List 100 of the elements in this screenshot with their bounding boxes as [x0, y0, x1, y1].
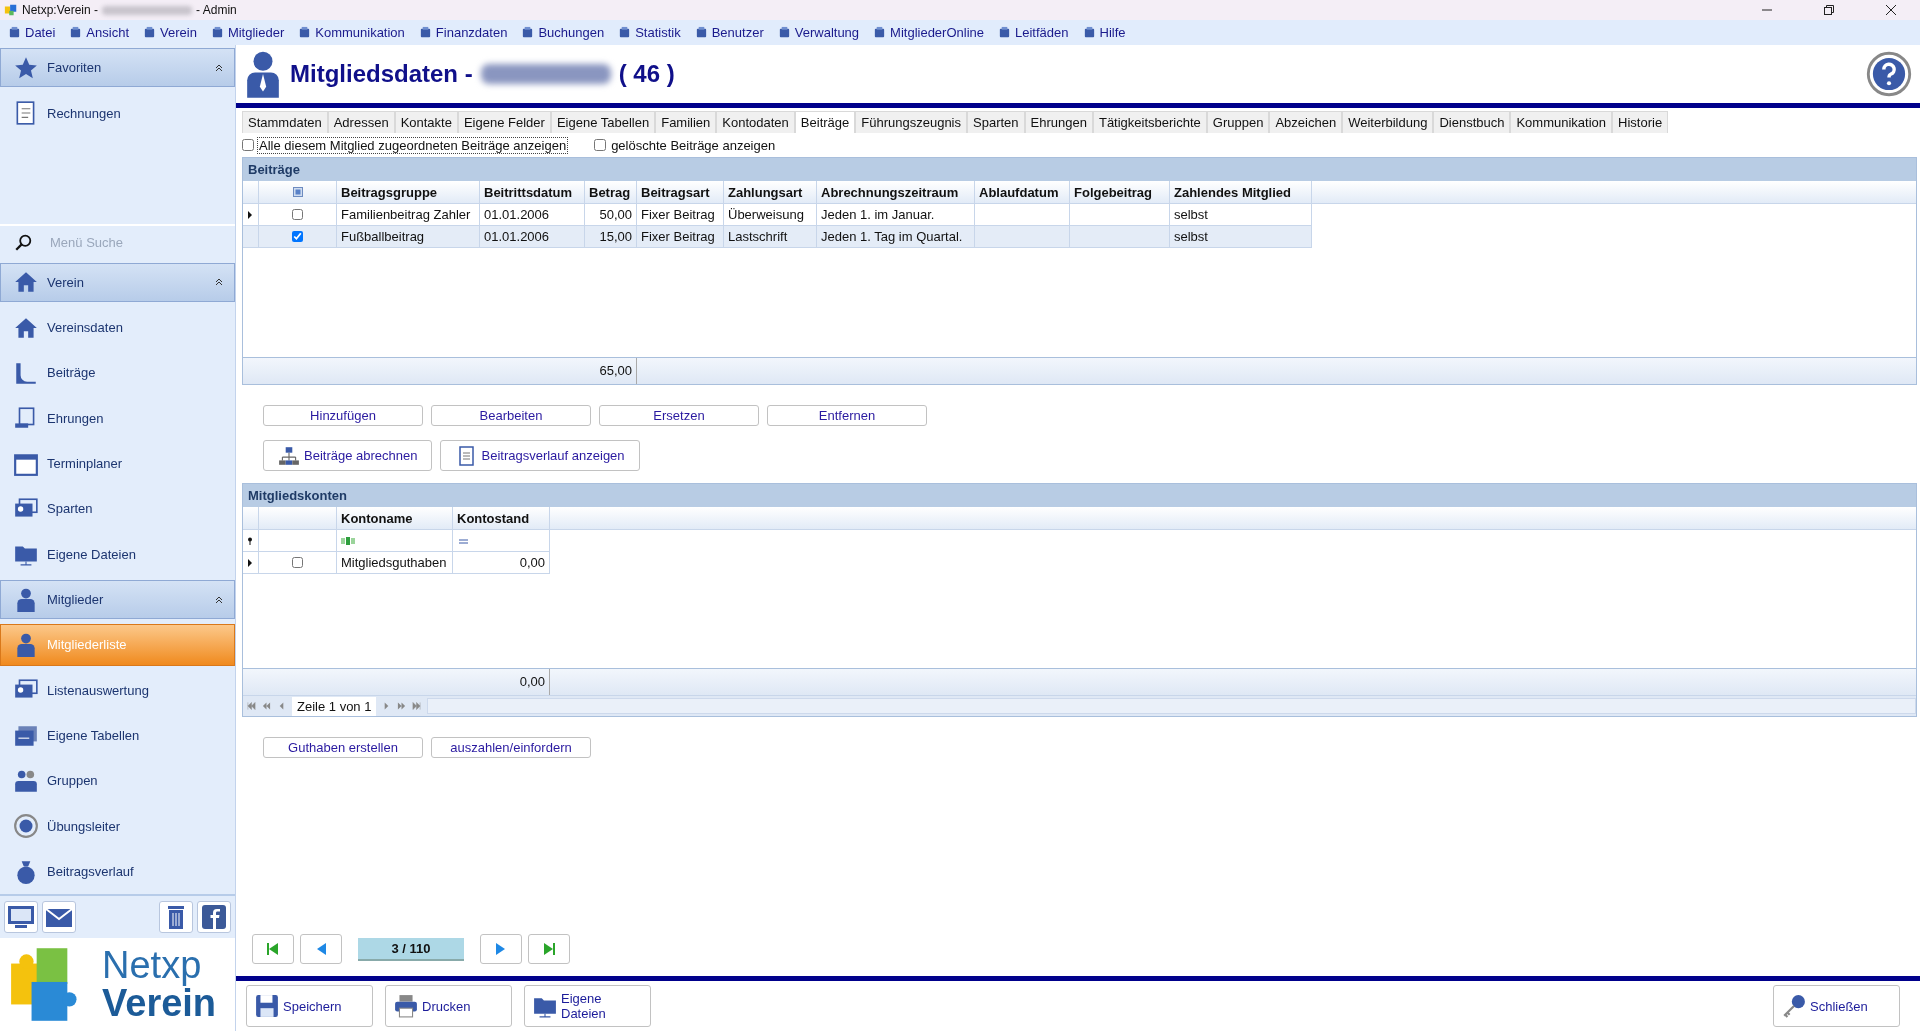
monitor-icon[interactable] — [4, 900, 38, 933]
column-header[interactable]: Ablaufdatum — [975, 181, 1070, 204]
sidebar-item[interactable]: Übungsleiter — [0, 805, 235, 847]
menu-item[interactable]: Finanzdaten — [418, 25, 508, 40]
menu-item[interactable]: Statistik — [618, 25, 681, 40]
last-page-icon[interactable] — [412, 702, 422, 710]
tab[interactable]: Gruppen — [1206, 111, 1270, 133]
last-record-button[interactable] — [528, 934, 570, 964]
menu-item[interactable]: Hilfe — [1082, 25, 1126, 40]
table-row[interactable]: Fußballbeitrag 01.01.2006 15,00 Fixer Beitrag Lastschrift Jeden 1. Tag im Quartal. selbst — [243, 226, 1916, 248]
sidebar-group-header[interactable]: Mitglieder — [0, 579, 235, 620]
footer-button[interactable]: Speichern — [246, 985, 373, 1027]
previous-record-button[interactable] — [300, 934, 342, 964]
sidebar-group-header[interactable]: Favoriten — [0, 48, 235, 88]
checkbox[interactable] — [242, 139, 254, 151]
trash-icon[interactable] — [159, 900, 193, 933]
checkbox-label[interactable]: Alle diesem Mitglied zugeordneten Beiträge anzeigen — [257, 136, 569, 154]
tab[interactable]: Abzeichen — [1269, 111, 1343, 133]
action-button[interactable]: auszahlen/einfordern — [431, 737, 591, 758]
facebook-icon[interactable] — [197, 900, 231, 933]
menu-item[interactable]: Ansicht — [69, 25, 129, 40]
menu-item[interactable]: Kommunikation — [298, 25, 405, 40]
tab[interactable]: Kontodaten — [716, 111, 795, 133]
row-indicator-cell[interactable] — [243, 552, 259, 574]
action-button[interactable]: Guthaben erstellen — [263, 737, 423, 758]
table-row[interactable]: Mitgliedsguthaben 0,00 — [243, 552, 1916, 574]
column-header[interactable]: Beitragsgruppe — [337, 181, 480, 204]
menu-item[interactable]: Mitglieder — [210, 25, 285, 40]
checkbox[interactable] — [594, 139, 607, 151]
first-record-button[interactable] — [252, 934, 294, 964]
sidebar-item[interactable]: Eigene Dateien — [0, 533, 235, 575]
sidebar-item[interactable]: Terminplaner — [0, 442, 235, 485]
action-button[interactable]: Beitragsverlauf anzeigen — [440, 440, 640, 471]
tab[interactable]: Weiterbildung — [1342, 111, 1434, 133]
sidebar-item[interactable]: Listenauswertung — [0, 669, 235, 711]
tab[interactable]: Kommunikation — [1510, 111, 1613, 133]
sidebar-item[interactable]: Beiträge — [0, 352, 235, 394]
tab[interactable]: Stammdaten — [242, 111, 328, 133]
column-header[interactable]: Kontoname — [337, 507, 453, 530]
first-page-icon[interactable] — [247, 702, 256, 710]
column-header[interactable]: Zahlungsart — [724, 181, 817, 204]
sidebar-group-header[interactable]: Verein — [0, 262, 235, 302]
footer-button[interactable]: Drucken — [385, 985, 512, 1027]
sidebar-item[interactable]: Eigene Tabellen — [0, 714, 235, 757]
column-header[interactable]: Kontostand — [453, 507, 550, 530]
equals-filter-icon[interactable] — [457, 536, 471, 545]
collapse-icon[interactable] — [214, 62, 224, 73]
close-button[interactable]: Schließen — [1773, 985, 1900, 1027]
next-record-button[interactable] — [480, 934, 522, 964]
action-button[interactable]: Beiträge abrechnen — [263, 440, 433, 471]
menu-item[interactable]: Verwaltung — [777, 25, 860, 40]
menu-search-field[interactable]: Menü Suche — [48, 234, 202, 252]
column-header[interactable]: Abrechnungszeitraum — [817, 181, 975, 204]
action-button[interactable]: Hinzufügen — [263, 405, 423, 426]
checkbox-label[interactable]: gelöschte Beiträge anzeigen — [609, 136, 778, 154]
sidebar-item[interactable]: Rechnungen — [0, 92, 235, 134]
collapse-icon[interactable] — [214, 594, 224, 605]
horizontal-scrollbar[interactable] — [427, 698, 1916, 714]
tab[interactable]: Führungszeugnis — [855, 111, 967, 133]
collapse-icon[interactable] — [214, 277, 224, 288]
menu-item[interactable]: Datei — [8, 25, 56, 40]
envelope-icon[interactable] — [42, 900, 76, 933]
tab[interactable]: Eigene Felder — [457, 111, 551, 133]
tab[interactable]: Beiträge — [794, 111, 856, 133]
tab[interactable]: Historie — [1612, 111, 1669, 133]
action-button[interactable]: Entfernen — [767, 405, 927, 426]
previous-row-icon[interactable] — [277, 702, 286, 710]
sidebar-item[interactable]: Gruppen — [0, 760, 235, 802]
tab[interactable]: Adressen — [327, 111, 395, 133]
footer-button[interactable]: Eigene Dateien — [524, 985, 651, 1027]
menu-item[interactable]: MitgliederOnline — [873, 25, 984, 40]
tab[interactable]: Familien — [655, 111, 717, 133]
sidebar-item[interactable]: Vereinsdaten — [0, 306, 235, 349]
row-checkbox[interactable] — [292, 209, 303, 220]
tab[interactable]: Tätigkeitsberichte — [1092, 111, 1207, 133]
tab[interactable]: Ehrungen — [1024, 111, 1093, 133]
filter-cell[interactable] — [259, 530, 337, 552]
next-page-icon[interactable] — [397, 702, 407, 710]
select-all-checkbox[interactable] — [292, 187, 303, 197]
text-filter-icon[interactable] — [341, 536, 355, 545]
action-button[interactable]: Ersetzen — [599, 405, 759, 426]
tab[interactable]: Kontakte — [394, 111, 458, 133]
row-checkbox[interactable] — [292, 557, 303, 568]
action-button[interactable]: Bearbeiten — [431, 405, 591, 426]
menu-item[interactable]: Buchungen — [521, 25, 605, 40]
help-icon[interactable] — [1866, 51, 1912, 97]
sidebar-item[interactable]: Ehrungen — [0, 397, 235, 439]
tab[interactable]: Dienstbuch — [1433, 111, 1511, 133]
column-header[interactable]: Betrag — [585, 181, 637, 204]
previous-page-icon[interactable] — [262, 702, 271, 710]
column-header[interactable]: Folgebeitrag — [1070, 181, 1170, 204]
column-header[interactable]: Zahlendes Mitglied — [1170, 181, 1312, 204]
column-header[interactable]: Beitrittsdatum — [480, 181, 585, 204]
menu-item[interactable]: Benutzer — [694, 25, 764, 40]
row-checkbox[interactable] — [292, 231, 303, 242]
column-header[interactable]: Beitragsart — [637, 181, 724, 204]
menu-item[interactable]: Verein — [143, 25, 197, 40]
tab[interactable]: Sparten — [967, 111, 1025, 133]
tab[interactable]: Eigene Tabellen — [550, 111, 656, 133]
menu-item[interactable]: Leitfäden — [998, 25, 1069, 40]
